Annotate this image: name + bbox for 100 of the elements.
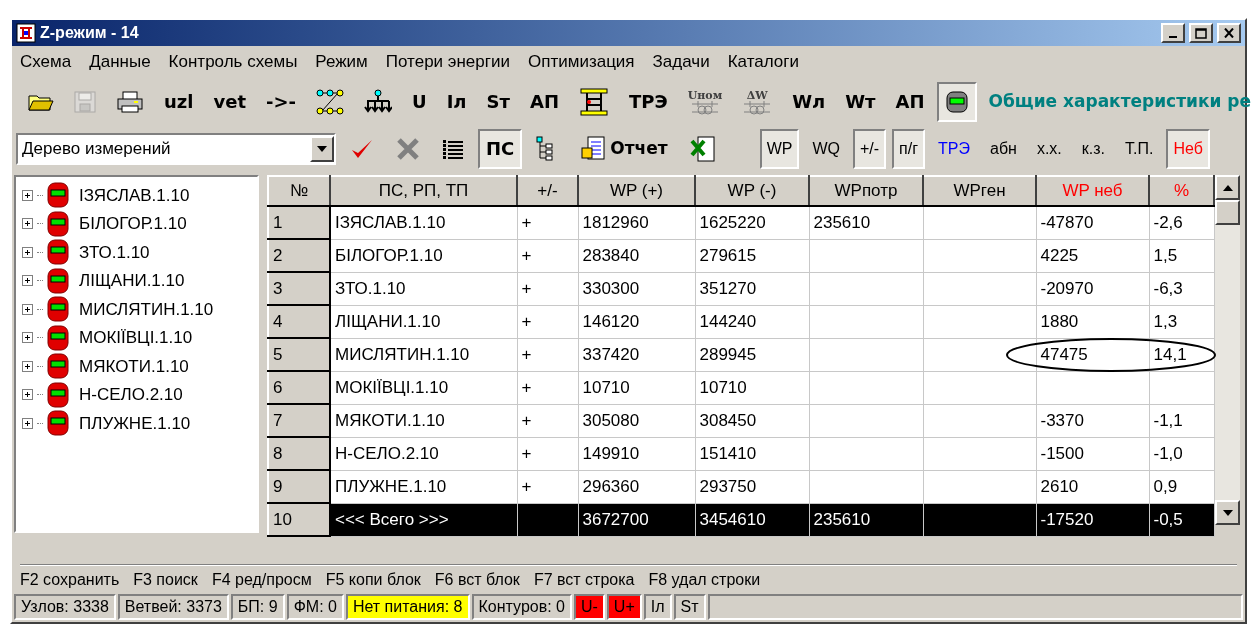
expand-icon[interactable] (22, 332, 33, 344)
menu-item[interactable]: Потери энергии (385, 49, 510, 75)
scroll-up-button[interactable] (1215, 175, 1240, 200)
function-key-hint: F5 копи блок (325, 570, 421, 590)
column-header[interactable]: WPген (923, 176, 1036, 206)
table-row[interactable]: 5 МИСЛЯТИН.1.10 + 337420 289945 47475 14,1 (268, 338, 1214, 371)
expand-icon[interactable] (22, 246, 33, 258)
toolbar-button[interactable]: ПС (478, 129, 523, 169)
menu-item[interactable]: Каталоги (727, 49, 799, 75)
menu-item[interactable]: Схема (20, 49, 72, 75)
status-panel: Контуров: 0 (471, 594, 572, 620)
table-cell: 14,1 (1149, 338, 1214, 371)
table-cell: -1500 (1036, 437, 1149, 470)
toolbar-button[interactable] (936, 82, 977, 122)
table-cell: 235610 (809, 503, 923, 536)
meter-icon (944, 89, 969, 115)
tree-item-label[interactable]: МИСЛЯТИН.1.10 (79, 296, 214, 322)
expand-icon[interactable] (22, 275, 33, 287)
column-header[interactable]: ПС, РП, ТП (330, 176, 517, 206)
menu-item[interactable]: Оптимизация (528, 49, 635, 75)
expand-icon[interactable] (22, 417, 33, 429)
view-dropdown[interactable]: Дерево измерений (16, 133, 336, 165)
row-number: 3 (268, 272, 330, 305)
table-row[interactable]: 2 БІЛОГОР.1.10 + 283840 279615 4225 1,5 (268, 239, 1214, 272)
expand-icon[interactable] (22, 360, 33, 372)
filter-toggle[interactable]: к.з. (1074, 129, 1113, 169)
meter-icon (47, 210, 69, 237)
table-cell: -0,5 (1149, 503, 1214, 536)
toolbar-button[interactable]: Iл (438, 82, 475, 122)
filter-toggle[interactable]: +/- (852, 129, 887, 169)
toolbar-button[interactable]: ->- (258, 82, 305, 122)
toolbar-button[interactable]: uzl (156, 82, 202, 122)
toolbar-button[interactable]: ТРЭ (620, 82, 676, 122)
table-row[interactable]: 4 ЛІЩАНИ.1.10 + 146120 144240 1880 1,3 (268, 305, 1214, 338)
table-row[interactable]: 10 <<< Всего >>> 3672700 3454610 235610 -17520 -0,5 (268, 503, 1214, 536)
toolbar-button[interactable]: ΔW (734, 82, 781, 122)
tree-item-label[interactable]: ПЛУЖНЕ.1.10 (79, 410, 191, 436)
column-header[interactable]: WPпотр (809, 176, 923, 206)
filter-toggle[interactable]: WQ (805, 129, 847, 169)
expand-icon[interactable] (22, 189, 33, 201)
filter-toggle[interactable]: п/г (892, 129, 926, 169)
table-row[interactable]: 6 МОКІЇВЦІ.1.10 + 10710 10710 (268, 371, 1214, 404)
down-arrow-icon (317, 146, 327, 152)
scroll-down-button[interactable] (1215, 500, 1240, 525)
table-cell: + (517, 239, 578, 272)
tree-item-label[interactable]: БІЛОГОР.1.10 (79, 211, 187, 237)
table-cell: -1,1 (1149, 404, 1214, 437)
column-header[interactable]: WP (+) (578, 176, 695, 206)
status-panel: Узлов: 3338 (14, 594, 116, 620)
tree-item-label[interactable]: ЗТО.1.10 (79, 239, 150, 265)
toolbar-button[interactable]: Wт (837, 82, 884, 122)
vertical-scrollbar[interactable] (1215, 175, 1240, 525)
table-cell: 0,9 (1149, 470, 1214, 503)
tree-item-label[interactable]: МЯКОТИ.1.10 (79, 353, 189, 379)
dropdown-button[interactable] (310, 136, 334, 162)
maximize-button[interactable] (1189, 23, 1213, 43)
toolbar-button[interactable]: vet (205, 82, 254, 122)
filter-toggle[interactable]: Т.П. (1118, 129, 1161, 169)
toolbar-button[interactable]: U (404, 82, 435, 122)
toolbar-button[interactable]: Отчет (572, 129, 676, 169)
filter-toggle[interactable]: WP (759, 129, 800, 169)
tree-item-label[interactable]: МОКІЇВЦІ.1.10 (79, 325, 193, 351)
filter-toggle[interactable]: х.х. (1029, 129, 1069, 169)
column-header[interactable]: WP (-) (695, 176, 809, 206)
toolbar-button[interactable]: Uном (679, 82, 731, 122)
expand-icon[interactable] (22, 303, 33, 315)
table-row[interactable]: 7 МЯКОТИ.1.10 + 305080 308450 -3370 -1,1 (268, 404, 1214, 437)
table-cell: -3370 (1036, 404, 1149, 437)
spreadsheet-icon (689, 135, 716, 163)
expand-icon[interactable] (22, 389, 33, 401)
menu-item[interactable]: Данные (89, 49, 151, 75)
table-cell: ПЛУЖНЕ.1.10 (330, 470, 517, 503)
menu-item[interactable]: Режим (315, 49, 368, 75)
minimize-button[interactable] (1161, 23, 1185, 43)
table-row[interactable]: 1 ІЗЯСЛАВ.1.10 + 1812960 1625220 235610 -47870 -2,6 (268, 206, 1214, 239)
tree-item-label[interactable]: ЛІЩАНИ.1.10 (79, 268, 185, 294)
toolbar-button[interactable]: Sт (478, 82, 518, 122)
table-cell: 151410 (695, 437, 809, 470)
filter-toggle[interactable]: абн (983, 129, 1024, 169)
scroll-thumb[interactable] (1215, 200, 1240, 225)
filter-toggle[interactable]: ТРЭ (931, 129, 977, 169)
table-cell: + (517, 338, 578, 371)
close-button[interactable] (1217, 23, 1241, 43)
tree-item-label[interactable]: ІЗЯСЛАВ.1.10 (79, 182, 190, 208)
menu-item[interactable]: Задачи (652, 49, 710, 75)
toolbar-button[interactable]: АП (887, 82, 933, 122)
column-header[interactable]: +/- (517, 176, 578, 206)
expand-icon[interactable] (22, 218, 33, 230)
table-cell: + (517, 404, 578, 437)
column-header[interactable]: № (268, 176, 330, 206)
row-number: 10 (268, 503, 330, 536)
function-key-hint: F2 сохранить (20, 570, 120, 590)
table-row[interactable]: 3 ЗТО.1.10 + 330300 351270 -20970 -6,3 (268, 272, 1214, 305)
busbar-icon (689, 100, 720, 115)
table-row[interactable]: 8 Н-СЕЛО.2.10 + 149910 151410 -1500 -1,0 (268, 437, 1214, 470)
table-cell: 146120 (578, 305, 695, 338)
toolbar-button[interactable]: АП (521, 82, 567, 122)
tree-item-label[interactable]: Н-СЕЛО.2.10 (79, 382, 183, 408)
toolbar-button[interactable]: Wл (784, 82, 834, 122)
menu-item[interactable]: Контроль схемы (168, 49, 298, 75)
